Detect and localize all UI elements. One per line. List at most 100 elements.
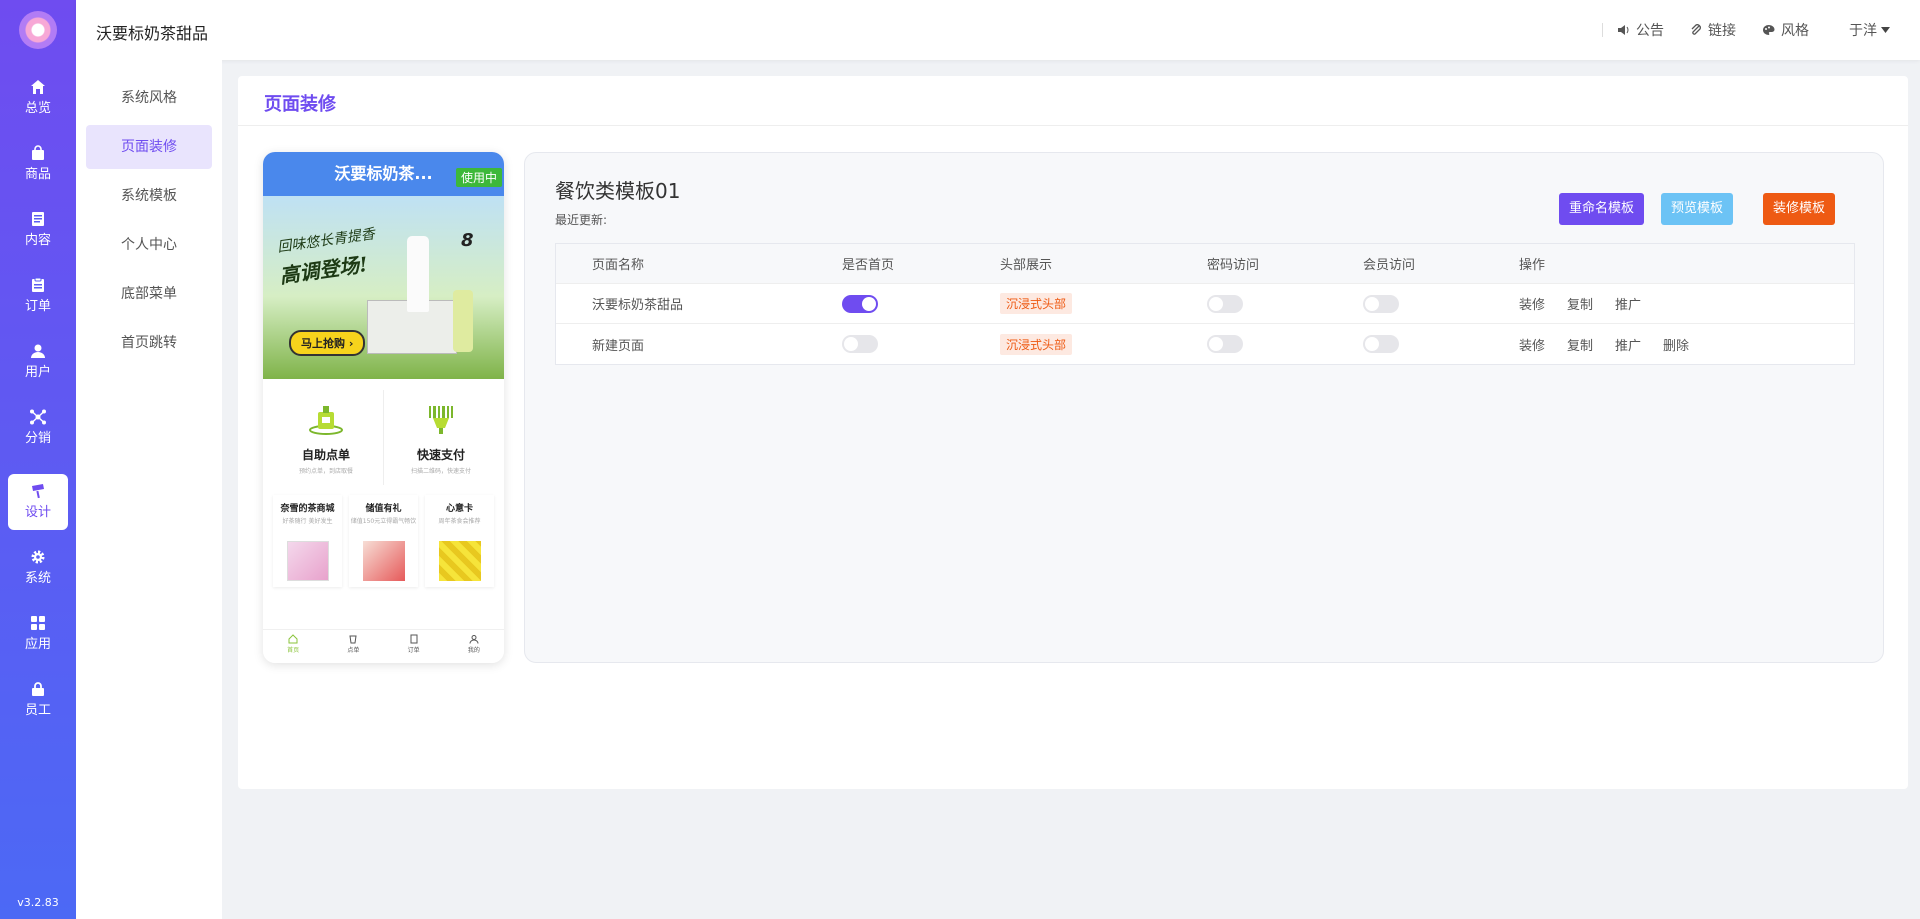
rail-item-distribution[interactable]: 分销	[8, 400, 68, 456]
main-rail: 总览 商品 内容 订单 用户 分销 设计 系统 应用 员工 v3.2.83	[0, 0, 76, 919]
phone-tab-orders: 订单	[384, 630, 444, 663]
banner-number: 8	[461, 230, 474, 251]
delete-link[interactable]: 删除	[1663, 335, 1689, 354]
promo-card: 奈雪的茶商城 好茶随行 美好发生	[273, 495, 342, 587]
self-order-action: 自助点单 预约点单，到店取餐	[269, 390, 383, 485]
rail-item-system[interactable]: 系统	[8, 540, 68, 596]
promo-card-image	[439, 541, 481, 581]
rail-item-orders[interactable]: 订单	[8, 268, 68, 324]
style-link[interactable]: 风格	[1762, 20, 1809, 40]
app-logo[interactable]	[19, 11, 57, 49]
member-toggle[interactable]	[1363, 335, 1399, 353]
banner-bottle-image	[453, 290, 473, 352]
speaker-icon	[1618, 25, 1629, 35]
rail-item-label: 员工	[24, 703, 51, 718]
table-header: 页面名称 是否首页 头部展示 密码访问 会员访问 操作	[556, 244, 1854, 284]
copy-link[interactable]: 复制	[1567, 294, 1593, 313]
announcement-label: 公告	[1636, 23, 1664, 39]
promo-card-title: 奈雪的茶商城	[280, 504, 335, 514]
promote-link[interactable]: 推广	[1615, 335, 1641, 354]
gear-icon	[8, 540, 68, 564]
phone-promo-cards: 奈雪的茶商城 好茶随行 美好发生 储值有礼 储值150元立得霸气畅饮 心意卡 周…	[273, 495, 494, 587]
promo-card-title: 储值有礼	[365, 504, 402, 514]
rail-item-apps[interactable]: 应用	[8, 606, 68, 662]
rail-item-label: 应用	[24, 637, 51, 652]
rail-item-staff[interactable]: 员工	[8, 672, 68, 728]
member-toggle[interactable]	[1363, 294, 1399, 313]
header-type-tag: 沉浸式头部	[1000, 293, 1073, 314]
rail-item-overview[interactable]: 总览	[8, 70, 68, 126]
phone-tab-mine: 我的	[444, 630, 504, 663]
palette-icon	[1763, 25, 1775, 35]
decorate-link[interactable]: 装修	[1519, 335, 1545, 354]
app-version: v3.2.83	[17, 896, 59, 909]
rail-item-label: 内容	[24, 233, 51, 248]
brush-icon	[8, 474, 68, 499]
design-subnav: 系统风格 页面装修 系统模板 个人中心 底部菜单 首页跳转	[76, 60, 222, 919]
promo-card: 心意卡 周年茶食会推荐	[425, 495, 494, 587]
subnav-page-decoration[interactable]: 页面装修	[86, 125, 212, 169]
main-card: 页面装修 沃要标奶茶... 使用中 回味悠长青提香 高调登场! 8 马上抢购 ›…	[238, 76, 1908, 789]
phone-tab-label: 首页	[287, 647, 300, 654]
rail-item-content[interactable]: 内容	[8, 202, 68, 258]
header-cell: 沉浸式头部	[1000, 293, 1207, 314]
is-home-toggle[interactable]	[842, 294, 878, 313]
password-toggle[interactable]	[1207, 294, 1243, 313]
header-type-tag: 沉浸式头部	[1000, 333, 1073, 355]
rail-item-label: 订单	[24, 299, 51, 314]
page-name-cell: 沃要标奶茶甜品	[592, 298, 684, 313]
subnav-home-redirect[interactable]: 首页跳转	[86, 321, 212, 365]
pages-table: 页面名称 是否首页 头部展示 密码访问 会员访问 操作 沃要标奶茶甜品 沉浸式头…	[555, 243, 1855, 365]
decorate-link[interactable]: 装修	[1519, 294, 1545, 313]
rail-item-design[interactable]: 设计	[8, 474, 68, 530]
quick-pay-title: 快速支付	[416, 448, 465, 462]
clipboard-icon	[8, 268, 68, 292]
promo-card-sub: 周年茶食会推荐	[438, 518, 481, 525]
copy-link[interactable]: 复制	[1567, 335, 1593, 354]
preview-template-button[interactable]: 预览模板	[1661, 193, 1734, 225]
phone-tab-label: 订单	[407, 647, 420, 654]
network-icon	[8, 400, 68, 425]
rename-template-button[interactable]: 重命名模板	[1559, 193, 1645, 225]
quick-pay-action: 快速支付 扫描二维码，快速支付	[383, 390, 498, 485]
person-icon	[469, 635, 479, 644]
col-header: 页面名称	[592, 258, 645, 273]
is-home-cell	[842, 335, 1000, 353]
subnav-system-style[interactable]: 系统风格	[86, 76, 212, 120]
password-toggle[interactable]	[1207, 335, 1243, 353]
rail-item-users[interactable]: 用户	[8, 334, 68, 390]
phone-tabbar: 首页 点单 订单 我的	[263, 629, 504, 663]
banner-buy-button: 马上抢购 ›	[289, 330, 366, 356]
password-cell	[1207, 335, 1363, 353]
promote-link[interactable]: 推广	[1615, 294, 1641, 313]
rail-item-label: 系统	[24, 571, 51, 586]
subnav-system-template[interactable]: 系统模板	[86, 174, 212, 218]
user-menu[interactable]: 于洋	[1849, 20, 1890, 40]
rail-item-products[interactable]: 商品	[8, 136, 68, 192]
col-header: 头部展示	[1000, 258, 1053, 273]
promo-card-image	[287, 541, 329, 581]
table-row: 沃要标奶茶甜品 沉浸式头部 装修 复制 推广	[556, 284, 1854, 324]
is-home-cell	[842, 294, 1000, 313]
col-header: 密码访问	[1207, 258, 1260, 273]
links-link[interactable]: 链接	[1690, 20, 1736, 40]
top-bar: 沃要标奶茶甜品 公告 链接 风格 于洋	[76, 0, 1920, 60]
banner-buy-label: 马上抢购	[301, 337, 345, 350]
member-cell	[1363, 335, 1519, 353]
subnav-bottom-menu[interactable]: 底部菜单	[86, 272, 212, 316]
ops-cell: 装修 复制 推广	[1519, 294, 1854, 313]
phone-preview[interactable]: 沃要标奶茶... 使用中 回味悠长青提香 高调登场! 8 马上抢购 › 自助点单…	[263, 152, 504, 663]
rail-item-label: 设计	[24, 505, 51, 520]
is-home-toggle[interactable]	[842, 335, 878, 353]
phone-banner: 回味悠长青提香 高调登场! 8 马上抢购 ›	[263, 196, 504, 379]
announcement-link[interactable]: 公告	[1617, 20, 1664, 40]
cup-icon	[349, 635, 357, 644]
home-icon	[288, 634, 298, 644]
decorate-template-button[interactable]: 装修模板	[1763, 193, 1836, 225]
subnav-personal-center[interactable]: 个人中心	[86, 223, 212, 267]
order-icon	[410, 634, 418, 644]
grid-icon	[8, 606, 68, 630]
lock-icon	[8, 672, 68, 696]
rail-item-label: 商品	[24, 167, 51, 182]
col-header: 操作	[1519, 258, 1546, 273]
